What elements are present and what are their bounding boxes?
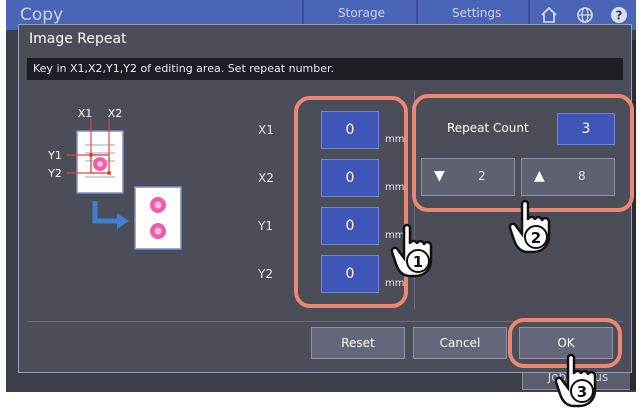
diagram-label-y2: Y2 [47,167,62,180]
section-divider [414,91,415,309]
diagram-label-x2: X2 [108,107,123,120]
y2-label: Y2 [258,267,273,281]
diagram-label-x1: X1 [78,107,93,120]
diagram-label-y1: Y1 [47,149,62,162]
y2-unit: mm [385,278,405,289]
triangle-up-icon: ▲ [534,168,545,184]
y1-label: Y1 [258,219,273,233]
tab-settings[interactable]: Settings [452,6,501,20]
image-repeat-dialog: Image Repeat Key in X1,X2,Y1,Y2 of editi… [18,24,632,373]
globe-icon[interactable] [576,6,594,24]
instruction-message: Key in X1,X2,Y1,Y2 of editing area. Set … [33,62,335,75]
repeat-decrease-button[interactable]: ▼ 2 [421,158,515,196]
x2-input[interactable]: 0 [321,159,379,197]
repeat-illustration: X1 X2 Y1 Y2 [41,105,191,255]
x1-label: X1 [258,123,274,137]
cancel-button[interactable]: Cancel [413,327,507,359]
reset-button[interactable]: Reset [311,327,405,359]
x2-unit: mm [385,182,405,193]
y2-input[interactable]: 0 [321,255,379,293]
repeat-min-value: 2 [478,169,486,183]
tab-storage[interactable]: Storage [338,6,385,20]
x1-input[interactable]: 0 [321,111,379,149]
x2-label: X2 [258,171,274,185]
y1-input[interactable]: 0 [321,207,379,245]
dialog-title: Image Repeat [29,31,127,47]
y1-unit: mm [385,230,405,241]
message-bar: Key in X1,X2,Y1,Y2 of editing area. Set … [27,58,623,80]
repeat-increase-button[interactable]: ▲ 8 [521,158,615,196]
repeat-count-value[interactable]: 3 [557,113,615,145]
triangle-down-icon: ▼ [434,168,445,184]
app-title: Copy [20,5,64,25]
footer-divider [27,321,623,322]
x1-unit: mm [385,134,405,145]
help-icon[interactable]: ? [610,6,628,24]
home-icon[interactable] [540,6,558,24]
svg-text:?: ? [616,9,623,23]
repeat-count-label: Repeat Count [447,121,529,135]
ok-button[interactable]: OK [519,327,613,359]
repeat-max-value: 8 [578,169,586,183]
